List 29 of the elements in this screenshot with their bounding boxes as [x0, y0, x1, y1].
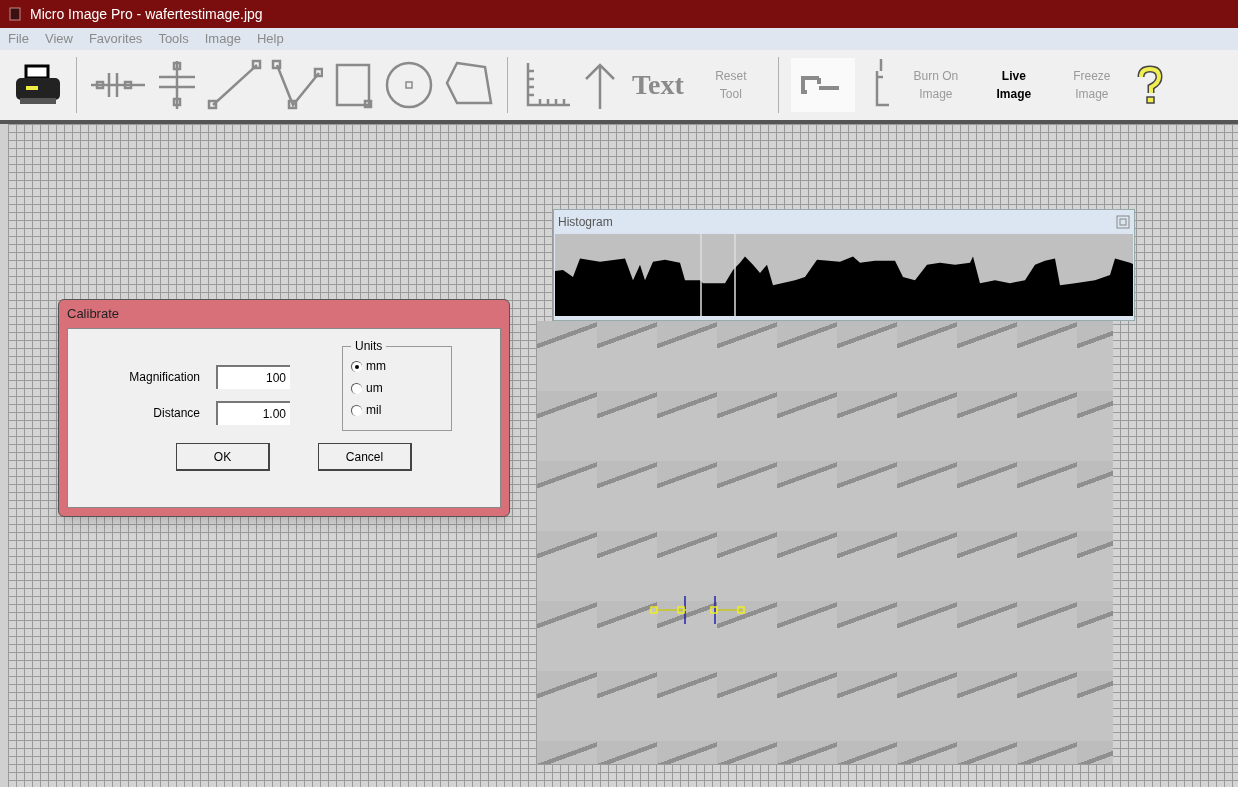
window-title: Micro Image Pro - wafertestimage.jpg: [30, 4, 263, 24]
radio-button[interactable]: [351, 404, 362, 416]
text-tool-button[interactable]: Text: [628, 64, 688, 106]
restore-icon[interactable]: [1116, 215, 1130, 229]
menu-item[interactable]: Tools: [158, 29, 189, 49]
input-field[interactable]: 1.00: [216, 401, 290, 425]
circle-icon[interactable]: [383, 59, 435, 111]
menu-item[interactable]: Image: [204, 29, 241, 49]
line-icon[interactable]: [207, 59, 263, 111]
histogram-title: Histogram: [558, 214, 613, 231]
radio-button[interactable]: [351, 360, 362, 372]
menu-item[interactable]: Favorites: [88, 29, 143, 49]
field-label: Distance: [152, 405, 200, 422]
radio-button[interactable]: [351, 382, 362, 394]
dialog-button[interactable]: OK: [176, 443, 270, 471]
radio-label: um: [366, 380, 383, 397]
menu-item[interactable]: View: [44, 29, 73, 49]
app-icon: [8, 6, 22, 22]
field-label: Magnification: [128, 369, 200, 386]
angle-icon[interactable]: [271, 59, 323, 111]
units-title: Units: [354, 338, 384, 355]
menu-item[interactable]: File: [8, 29, 29, 49]
toolbar-button[interactable]: Live Image: [978, 67, 1049, 103]
menu-item[interactable]: Help: [256, 29, 284, 49]
input-field[interactable]: 100: [216, 365, 290, 389]
radio-label: mil: [366, 402, 382, 419]
dialog-button[interactable]: Cancel: [318, 443, 412, 471]
radio-label: mm: [366, 358, 386, 375]
dialog-title: Calibrate: [67, 305, 121, 323]
